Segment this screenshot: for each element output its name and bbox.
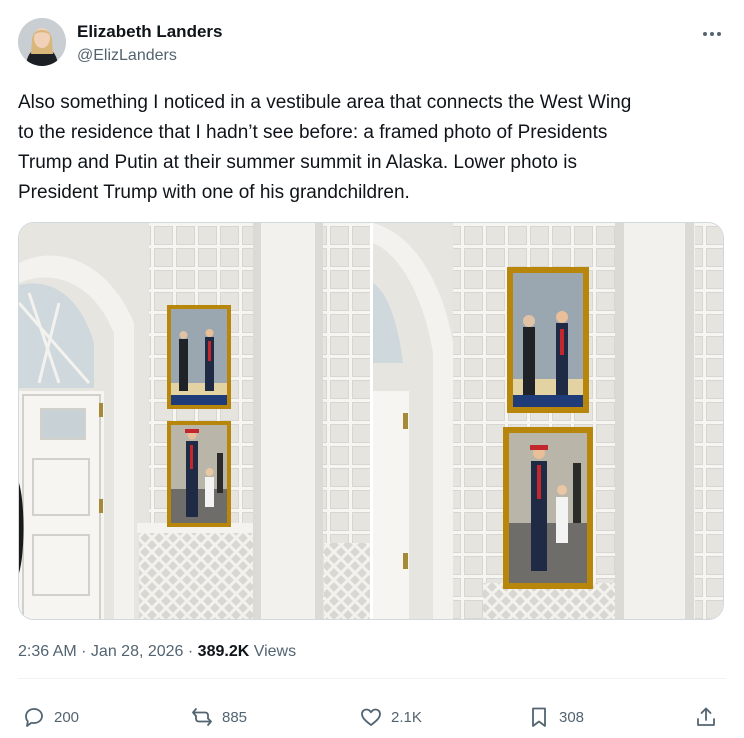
share-icon <box>697 707 715 726</box>
reply-button[interactable]: 200 <box>22 700 79 734</box>
tweet-time[interactable]: 2:36 AM <box>18 643 77 660</box>
tweet-header: Elizabeth Landers @ElizLanders <box>18 18 726 70</box>
tweet-text: Also something I noticed in a vestibule … <box>18 88 718 208</box>
bookmark-icon <box>532 707 546 727</box>
bookmark-button[interactable]: 308 <box>527 700 584 734</box>
like-count: 2.1K <box>391 708 422 726</box>
avatar[interactable] <box>18 18 66 66</box>
reply-icon <box>25 708 43 727</box>
tweet-text-line: Also something I noticed in a vestibule … <box>18 92 632 113</box>
repost-count: 885 <box>222 708 248 726</box>
share-button[interactable] <box>694 700 718 734</box>
meta-separator: · <box>183 643 198 660</box>
like-button[interactable]: 2.1K <box>359 700 422 734</box>
views-count: 389.2K <box>197 643 250 660</box>
tweet-media <box>18 222 724 620</box>
bookmark-count: 308 <box>559 708 585 726</box>
like-icon <box>361 708 381 726</box>
repost-button[interactable]: 885 <box>190 700 247 734</box>
repost-icon <box>192 708 212 726</box>
photo-left[interactable] <box>19 223 370 619</box>
author-handle[interactable]: @ElizLanders <box>77 47 177 65</box>
tweet-text-line: to the residence that I hadn’t see befor… <box>18 122 608 143</box>
tweet-date[interactable]: Jan 28, 2026 <box>91 643 184 660</box>
meta-separator: · <box>76 643 91 660</box>
photo-right[interactable] <box>373 223 723 619</box>
tweet-text-line: Trump and Putin at their summer summit i… <box>18 152 577 173</box>
divider <box>18 678 726 679</box>
author-name[interactable]: Elizabeth Landers <box>77 22 222 42</box>
tweet-text-line: President Trump with one of his grandchi… <box>18 182 410 203</box>
tweet-meta: 2:36 AM · Jan 28, 2026 · 389.2K Views <box>18 643 296 661</box>
views-label: Views <box>249 643 297 660</box>
action-bar: 200 885 2.1K 308 <box>18 700 726 734</box>
reply-count: 200 <box>54 708 80 726</box>
more-icon[interactable] <box>700 24 724 44</box>
